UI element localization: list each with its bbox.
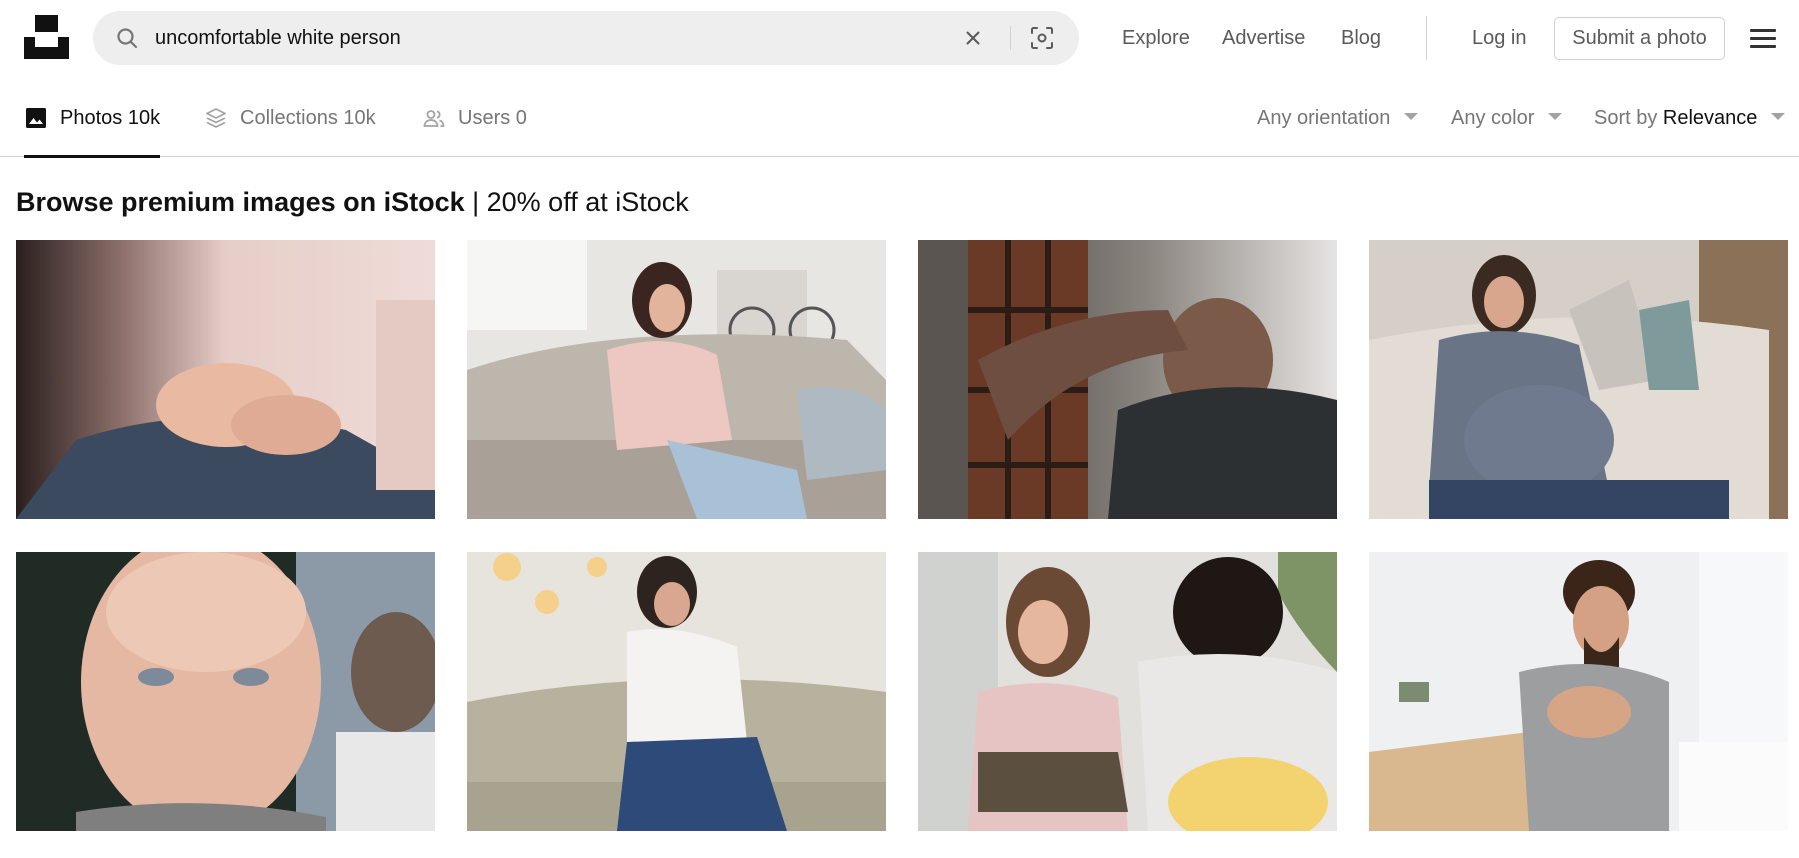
- top-navbar: Explore Advertise Blog Log in Submit a p…: [0, 0, 1799, 76]
- users-icon: [423, 110, 445, 127]
- chevron-down-icon: [1404, 113, 1419, 121]
- nav-blog-link[interactable]: Blog: [1341, 26, 1381, 50]
- photo-image: [16, 552, 435, 831]
- tab-photos-label: Photos 10k: [60, 107, 161, 129]
- tab-users-label: Users 0: [458, 107, 527, 129]
- sort-dropdown[interactable]: Sort by Relevance: [1594, 107, 1786, 129]
- chevron-down-icon: [1548, 113, 1563, 121]
- search-divider: [1010, 26, 1011, 50]
- photo-card[interactable]: [918, 552, 1337, 831]
- photo-image: [467, 552, 886, 831]
- login-link[interactable]: Log in: [1472, 26, 1527, 50]
- photo-card[interactable]: [1369, 240, 1788, 519]
- sort-value: Relevance: [1662, 107, 1758, 129]
- orientation-filter-dropdown[interactable]: Any orientation: [1257, 107, 1419, 129]
- photo-card[interactable]: [1369, 552, 1788, 831]
- orientation-filter-label: Any orientation: [1257, 107, 1391, 129]
- promo-bold-text: Browse premium images on iStock: [16, 187, 465, 217]
- search-icon[interactable]: [115, 26, 139, 50]
- collections-stack-icon: [206, 108, 226, 128]
- search-bar: [93, 11, 1079, 65]
- submit-photo-button[interactable]: Submit a photo: [1554, 17, 1725, 60]
- search-input[interactable]: [155, 11, 1035, 65]
- close-icon[interactable]: [961, 26, 985, 50]
- nav-explore-link[interactable]: Explore: [1122, 26, 1190, 50]
- unsplash-logo-icon[interactable]: [24, 15, 69, 59]
- photo-card[interactable]: [467, 240, 886, 519]
- color-filter-dropdown[interactable]: Any color: [1451, 107, 1563, 129]
- tab-photos[interactable]: Photos 10k: [24, 106, 161, 158]
- tab-collections-label: Collections 10k: [240, 107, 376, 129]
- photo-image: [1369, 240, 1788, 519]
- photo-image: [16, 240, 435, 519]
- search-tabs-bar: Photos 10k Collections 10k Users 0 Any o…: [0, 76, 1799, 158]
- color-filter-label: Any color: [1451, 107, 1535, 129]
- photo-card[interactable]: [918, 240, 1337, 519]
- chevron-down-icon: [1771, 113, 1786, 121]
- tab-users[interactable]: Users 0: [422, 106, 530, 157]
- sort-prefix: Sort by: [1594, 107, 1658, 129]
- istock-promo-banner[interactable]: Browse premium images on iStock | 20% of…: [16, 186, 689, 218]
- photo-image: [918, 552, 1337, 831]
- promo-discount-text: | 20% off at iStock: [464, 187, 689, 217]
- photo-image: [918, 240, 1337, 519]
- photo-icon: [26, 108, 46, 128]
- photo-image: [1369, 552, 1788, 831]
- photo-card[interactable]: [16, 240, 435, 519]
- tab-collections[interactable]: Collections 10k: [204, 106, 380, 157]
- nav-advertise-link[interactable]: Advertise: [1222, 26, 1305, 50]
- nav-divider: [1426, 16, 1427, 60]
- visual-search-icon[interactable]: [1029, 25, 1055, 51]
- hamburger-menu-icon[interactable]: [1750, 29, 1776, 49]
- photo-image: [467, 240, 886, 519]
- photo-card[interactable]: [16, 552, 435, 831]
- photo-card[interactable]: [467, 552, 886, 831]
